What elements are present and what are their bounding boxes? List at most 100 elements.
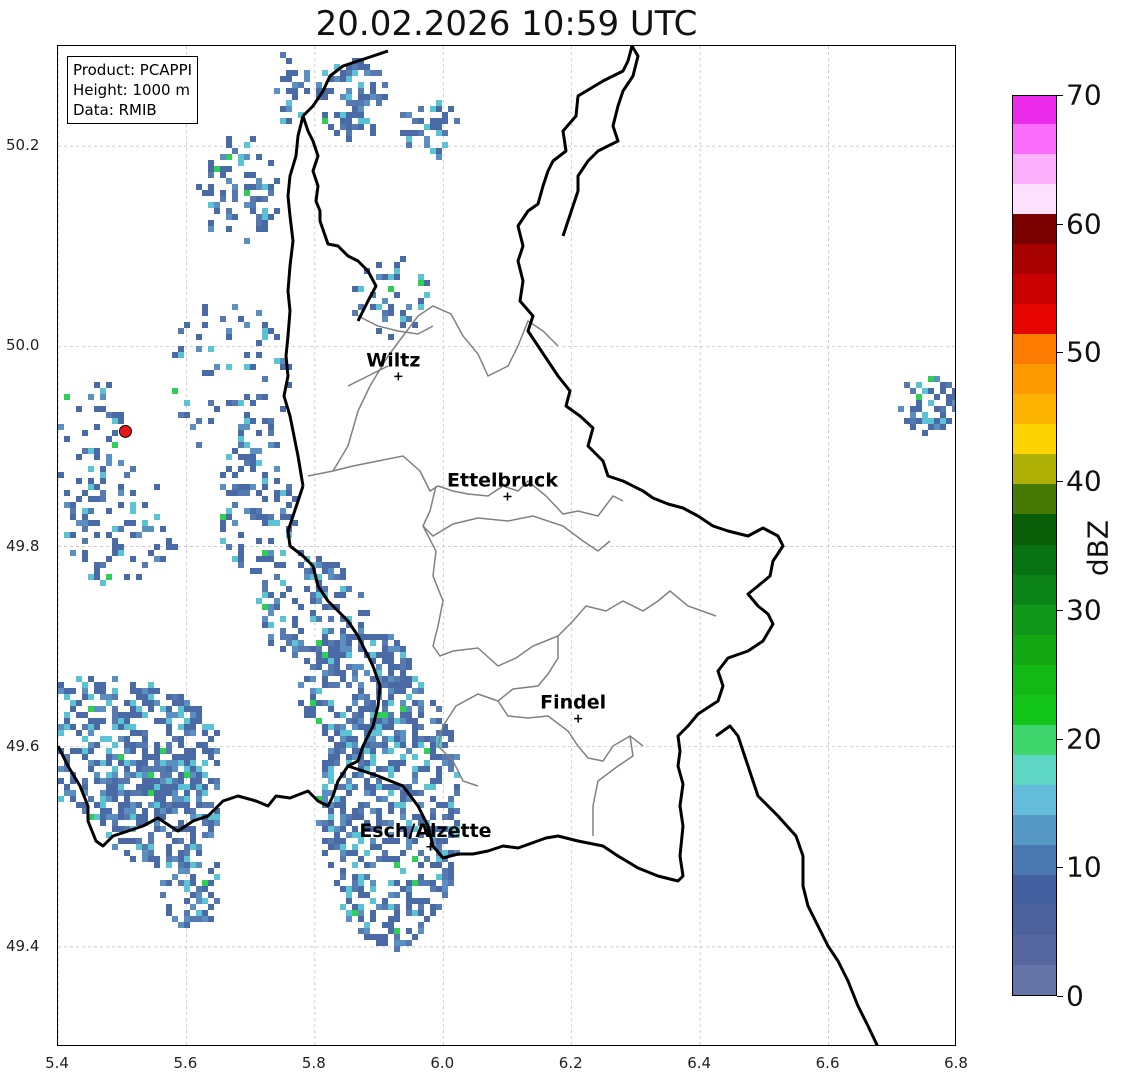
echo-pixel [184, 880, 190, 886]
echo-pixel [262, 376, 268, 382]
echo-pixel [316, 820, 322, 826]
echo-pixel [118, 778, 124, 784]
echo-pixel [232, 148, 238, 154]
echo-pixel [340, 628, 346, 634]
echo-pixel [88, 760, 94, 766]
colorbar-segment [1013, 213, 1056, 245]
echo-pixel [436, 766, 442, 772]
echo-pixel [172, 790, 178, 796]
echo-pixel [106, 814, 112, 820]
echo-pixel [292, 652, 298, 658]
echo-pixel [370, 706, 376, 712]
echo-pixel [100, 388, 106, 394]
echo-pixel [262, 514, 268, 520]
echo-pixel [340, 826, 346, 832]
echo-pixel [424, 916, 430, 922]
echo-pixel [268, 160, 274, 166]
echo-pixel [262, 226, 268, 232]
echo-pixel [136, 772, 142, 778]
echo-pixel [352, 310, 358, 316]
echo-pixel [376, 808, 382, 814]
echo-pixel [100, 814, 106, 820]
echo-pixel [112, 526, 118, 532]
echo-pixel [448, 796, 454, 802]
echo-pixel [322, 118, 328, 124]
echo-pixel [190, 838, 196, 844]
echo-pixel [226, 334, 232, 340]
echo-pixel [136, 574, 142, 580]
echo-pixel [394, 880, 400, 886]
echo-pixel [196, 772, 202, 778]
echo-pixel [418, 280, 424, 286]
echo-pixel [400, 706, 406, 712]
colorbar-tick-label: 50 [1066, 335, 1102, 369]
echo-pixel [64, 712, 70, 718]
echo-pixel [352, 772, 358, 778]
echo-pixel [454, 790, 460, 796]
echo-pixel [334, 832, 340, 838]
echo-pixel [112, 754, 118, 760]
echo-pixel [322, 628, 328, 634]
echo-pixel [400, 730, 406, 736]
echo-pixel [412, 934, 418, 940]
echo-pixel [178, 700, 184, 706]
city-markers: WiltzEttelbruckFindelEsch/Alzette [359, 349, 606, 851]
echo-pixel [364, 760, 370, 766]
echo-pixel [172, 796, 178, 802]
echo-pixel [316, 664, 322, 670]
echo-pixel [130, 520, 136, 526]
echo-pixel [346, 742, 352, 748]
echo-pixel [166, 808, 172, 814]
echo-pixel [376, 100, 382, 106]
echo-pixel [262, 586, 268, 592]
echo-pixel [340, 820, 346, 826]
echo-pixel [370, 790, 376, 796]
echo-pixel [418, 274, 424, 280]
colorbar-segment [1013, 453, 1056, 485]
echo-pixel [262, 472, 268, 478]
echo-pixel [340, 592, 346, 598]
echo-pixel [160, 892, 166, 898]
echo-pixel [142, 856, 148, 862]
echo-pixel [154, 688, 160, 694]
echo-pixel [166, 904, 172, 910]
echo-pixel [346, 652, 352, 658]
echo-pixel [400, 802, 406, 808]
echo-pixel [166, 712, 172, 718]
echo-pixel [106, 694, 112, 700]
echo-pixel [172, 784, 178, 790]
echo-pixel [124, 850, 130, 856]
echo-pixel [154, 514, 160, 520]
echo-pixel [940, 412, 946, 418]
echo-pixel [388, 808, 394, 814]
echo-pixel [442, 880, 448, 886]
echo-pixel [82, 514, 88, 520]
echo-pixel [196, 706, 202, 712]
echo-pixel [208, 724, 214, 730]
echo-pixel [64, 532, 70, 538]
echo-pixel [130, 838, 136, 844]
echo-pixel [70, 790, 76, 796]
echo-pixel [148, 688, 154, 694]
echo-pixel [430, 118, 436, 124]
echo-pixel [286, 100, 292, 106]
echo-pixel [190, 808, 196, 814]
echo-pixel [94, 532, 100, 538]
echo-pixel [268, 520, 274, 526]
echo-pixel [328, 124, 334, 130]
echo-pixel [430, 808, 436, 814]
echo-pixel [364, 694, 370, 700]
colorbar-segment [1013, 483, 1056, 515]
echo-pixel [328, 574, 334, 580]
echo-pixel [70, 748, 76, 754]
echo-pixel [388, 634, 394, 640]
echo-pixel [154, 856, 160, 862]
echo-pixel [130, 556, 136, 562]
radar-map[interactable]: Wiltz Ettelbruck Findel Esch/Alzette Produc… [57, 45, 956, 1046]
echo-pixel [340, 748, 346, 754]
echo-pixel [118, 490, 124, 496]
echo-pixel [184, 856, 190, 862]
echo-pixel [106, 412, 112, 418]
echo-pixel [202, 880, 208, 886]
echo-pixel [154, 862, 160, 868]
